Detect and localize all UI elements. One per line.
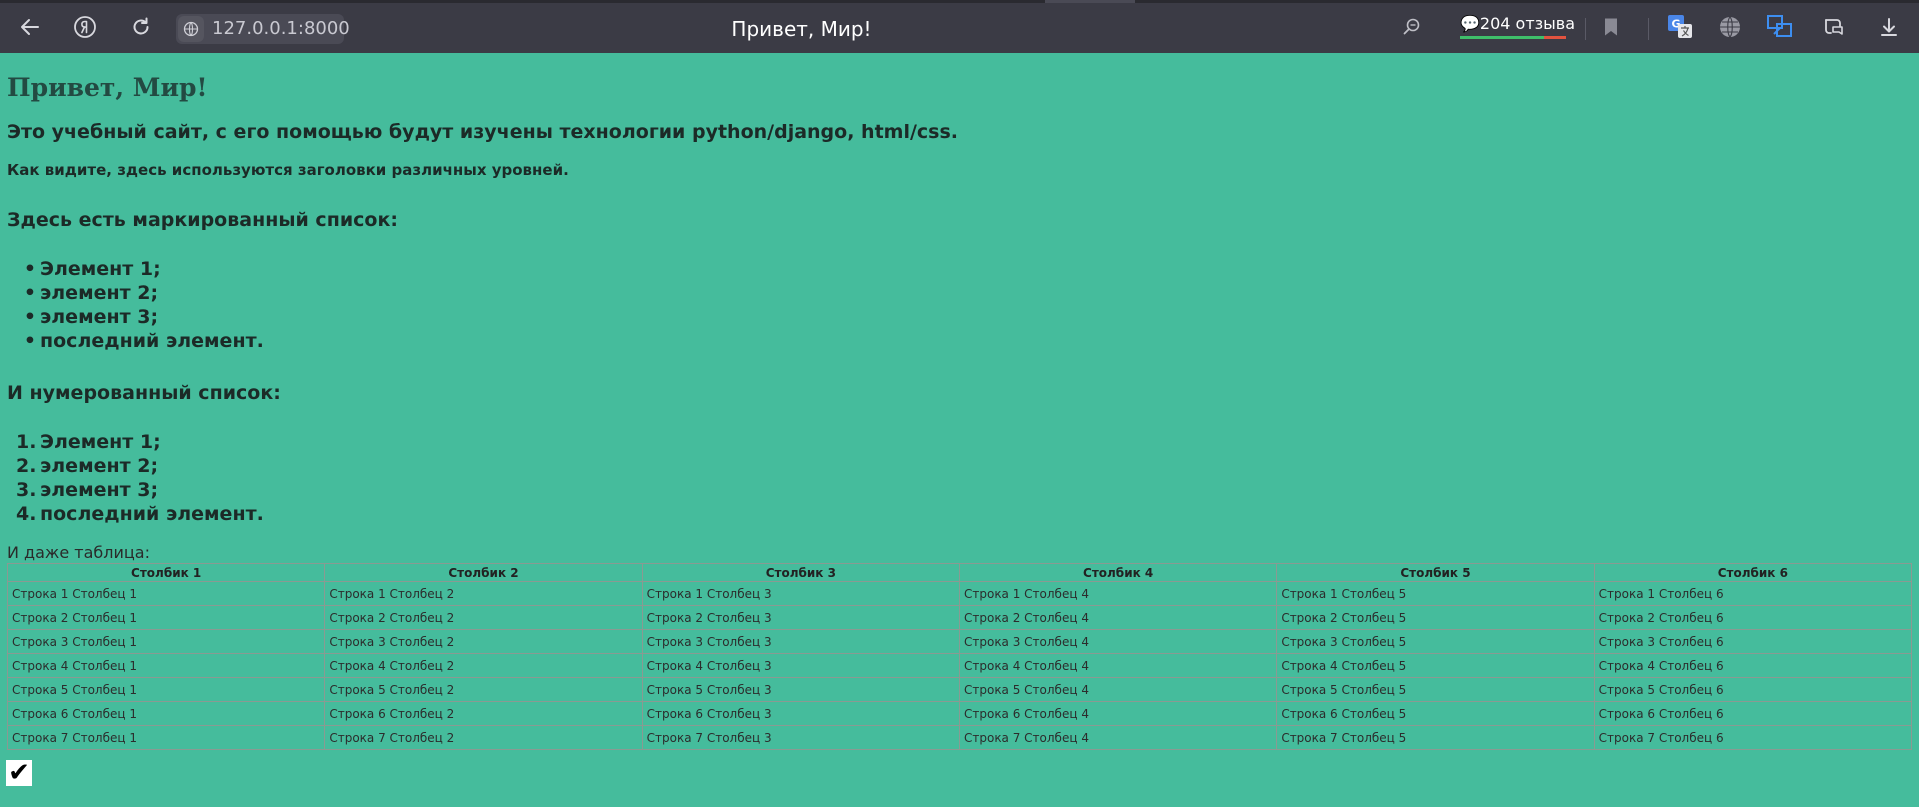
list-item: 1. Элемент 1; [16,431,161,453]
table-cell: Строка 1 Столбец 1 [6,581,326,606]
column-header: Столбик 6 [1593,563,1913,582]
column-header: Столбик 5 [1276,563,1595,582]
table-row: Строка 7 Столбец 1 Строка 7 Столбец 2 Ст… [6,725,1913,750]
page-title-bar: Привет, Мир! [731,17,872,41]
table-cell: Строка 3 Столбец 6 [1593,629,1913,654]
table-cell: Строка 1 Столбец 3 [641,581,960,606]
page-content: Привет, Мир! Это учебный сайт, с его пом… [0,53,1919,807]
table-cell: Строка 2 Столбец 4 [958,605,1278,630]
download-icon[interactable] [1872,10,1906,44]
table-cell: Строка 7 Столбец 6 [1593,725,1913,750]
toolbar-divider [1585,18,1586,40]
globe-icon[interactable] [1713,10,1747,44]
browser-toolbar: 127.0.0.1:8000 Привет, Мир! 💬204 отзыва … [0,0,1919,53]
table-cell: Строка 2 Столбец 6 [1593,605,1913,630]
table-cell: Строка 5 Столбец 6 [1593,677,1913,702]
list-item: • последний элемент. [23,330,264,352]
numbered-list-heading: И нумерованный список: [7,382,281,404]
table-header-row: Столбик 1 Столбик 2 Столбик 3 Столбик 4 … [6,563,1913,582]
table-cell: Строка 7 Столбец 4 [958,725,1278,750]
table-cell: Строка 5 Столбец 3 [641,677,960,702]
table-cell: Строка 1 Столбец 5 [1276,581,1595,606]
tab-strip-edge [0,0,1919,3]
list-item: • элемент 3; [23,306,159,328]
table-cell: Строка 6 Столбец 3 [641,701,960,726]
screenshot-icon[interactable] [1763,10,1797,44]
table-caption: И даже таблица: [7,543,150,562]
table-row: Строка 6 Столбец 1 Строка 6 Столбец 2 Ст… [6,701,1913,726]
column-header: Столбик 2 [324,563,643,582]
table-cell: Строка 6 Столбец 2 [324,701,643,726]
bookmark-icon[interactable] [1594,10,1628,44]
reviews-count: 204 отзыва [1479,14,1576,33]
list-item: 2. элемент 2; [16,455,159,477]
list-item: • Элемент 1; [23,258,161,280]
table-cell: Строка 5 Столбец 5 [1276,677,1595,702]
table-cell: Строка 4 Столбец 1 [6,653,326,678]
table-cell: Строка 5 Столбец 1 [6,677,326,702]
page-heading: Привет, Мир! [7,73,208,102]
column-header: Столбик 3 [641,563,960,582]
translate-icon[interactable]: G [1663,10,1697,44]
data-table: Столбик 1 Столбик 2 Столбик 3 Столбик 4 … [6,563,1913,750]
table-cell: Строка 7 Столбец 1 [6,725,326,750]
table-cell: Строка 3 Столбец 4 [958,629,1278,654]
numbered-list: 1. Элемент 1; 2. элемент 2; 3. элемент 3; 4… [16,430,264,526]
table-cell: Строка 4 Столбец 4 [958,653,1278,678]
table-cell: Строка 3 Столбец 5 [1276,629,1595,654]
headings-note: Как видите, здесь используются заголовки… [7,161,569,179]
table-row: Строка 5 Столбец 1 Строка 5 Столбец 2 Ст… [6,677,1913,702]
table-cell: Строка 2 Столбец 5 [1276,605,1595,630]
site-description-heading: Это учебный сайт, с его помощью будут из… [7,121,959,143]
list-item: 3. элемент 3; [16,479,159,501]
check-mark-icon: ✔ [6,760,32,786]
reviews-widget[interactable]: 💬204 отзыва [1460,14,1575,42]
alice-icon[interactable] [1817,10,1851,44]
list-item: • элемент 2; [23,282,159,304]
table-cell: Строка 2 Столбец 3 [641,605,960,630]
table-cell: Строка 6 Столбец 1 [6,701,326,726]
table-cell: Строка 1 Столбец 6 [1593,581,1913,606]
table-cell: Строка 1 Столбец 4 [958,581,1278,606]
table-cell: Строка 3 Столбец 2 [324,629,643,654]
table-cell: Строка 5 Столбец 4 [958,677,1278,702]
table-cell: Строка 6 Столбец 5 [1276,701,1595,726]
table-cell: Строка 2 Столбец 2 [324,605,643,630]
table-cell: Строка 7 Столбец 3 [641,725,960,750]
table-cell: Строка 5 Столбец 2 [324,677,643,702]
list-item: 4. последний элемент. [16,503,264,525]
column-header: Столбик 1 [6,563,326,582]
column-header: Столбик 4 [958,563,1278,582]
table-cell: Строка 3 Столбец 1 [6,629,326,654]
table-row: Строка 3 Столбец 1 Строка 3 Столбец 2 Ст… [6,629,1913,654]
table-row: Строка 4 Столбец 1 Строка 4 Столбец 2 Ст… [6,653,1913,678]
reviews-rating-bar [1460,36,1566,39]
table-cell: Строка 6 Столбец 6 [1593,701,1913,726]
table-row: Строка 2 Столбец 1 Строка 2 Столбец 2 Ст… [6,605,1913,630]
table-cell: Строка 3 Столбец 3 [641,629,960,654]
table-cell: Строка 4 Столбец 2 [324,653,643,678]
table-cell: Строка 6 Столбец 4 [958,701,1278,726]
table-cell: Строка 4 Столбец 6 [1593,653,1913,678]
toolbar-divider [1648,18,1649,40]
table-cell: Строка 4 Столбец 3 [641,653,960,678]
bullet-list-heading: Здесь есть маркированный список: [7,209,398,231]
bullet-list: • Элемент 1; • элемент 2; • элемент 3; • пос… [23,257,264,353]
table-cell: Строка 2 Столбец 1 [6,605,326,630]
comment-icon: 💬 [1460,14,1480,33]
table-row: Строка 1 Столбец 1 Строка 1 Столбец 2 Ст… [6,581,1913,606]
table-cell: Строка 7 Столбец 2 [324,725,643,750]
zoom-icon[interactable] [1395,10,1429,44]
table-cell: Строка 1 Столбец 2 [324,581,643,606]
table-cell: Строка 7 Столбец 5 [1276,725,1595,750]
table-cell: Строка 4 Столбец 5 [1276,653,1595,678]
